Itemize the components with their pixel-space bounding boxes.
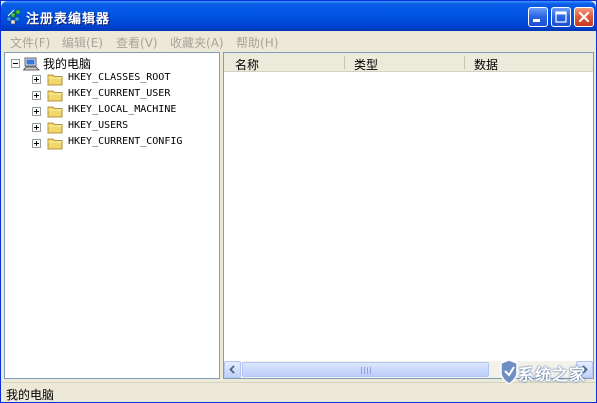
registry-tree[interactable]: 我的电脑 HKEY_CLASSES_ROOT HKEY_CURRENT_USER… [4, 52, 220, 379]
expand-icon[interactable] [32, 107, 41, 116]
watermark-text: 系统之家 [518, 365, 587, 384]
menu-favorites[interactable]: 收藏夹(A) [170, 34, 224, 51]
minimize-button[interactable] [528, 7, 548, 27]
menu-view-hotkey: (V) [140, 36, 158, 50]
folder-icon [47, 106, 63, 118]
watermark-logo-icon [500, 359, 518, 385]
folder-icon [47, 90, 63, 102]
expand-icon[interactable] [32, 91, 41, 100]
menu-help[interactable]: 帮助(H) [236, 34, 278, 51]
menu-edit-label: 编辑 [62, 36, 87, 50]
menu-edit[interactable]: 编辑(E) [62, 34, 103, 51]
scroll-left-button[interactable] [224, 361, 241, 378]
tree-item-hkey-classes-root[interactable]: HKEY_CLASSES_ROOT [5, 71, 215, 87]
tree-item-label: HKEY_CLASSES_ROOT [68, 72, 171, 83]
menu-favorites-hotkey: (A) [206, 36, 224, 50]
menu-edit-hotkey: (E) [86, 36, 103, 50]
menu-favorites-label: 收藏夹 [170, 36, 207, 50]
registry-app-icon[interactable] [6, 8, 23, 25]
folder-icon [47, 122, 63, 134]
maximize-button[interactable] [551, 7, 571, 27]
values-list[interactable]: 名称 类型 数据 [223, 52, 594, 379]
tree-item-hkey-users[interactable]: HKEY_USERS [5, 119, 215, 135]
expand-icon[interactable] [32, 123, 41, 132]
tree-item-hkey-local-machine[interactable]: HKEY_LOCAL_MACHINE [5, 103, 215, 119]
folder-icon [47, 138, 63, 150]
column-divider[interactable] [344, 56, 345, 69]
menu-view[interactable]: 查看(V) [116, 34, 158, 51]
tree-item-label: HKEY_CURRENT_CONFIG [68, 136, 183, 147]
expand-icon[interactable] [32, 139, 41, 148]
menu-view-label: 查看 [116, 36, 141, 50]
close-icon [578, 11, 590, 23]
menu-file-label: 文件 [10, 36, 35, 50]
close-button[interactable] [574, 7, 594, 27]
maximize-icon [555, 11, 567, 23]
tree-root[interactable]: 我的电脑 [5, 55, 215, 71]
folder-icon [47, 74, 63, 86]
scroll-thumb[interactable] [242, 362, 489, 377]
menu-help-hotkey: (H) [260, 36, 279, 50]
list-header: 名称 类型 数据 [224, 53, 593, 72]
window-title: 注册表编辑器 [26, 12, 111, 27]
computer-icon [23, 57, 40, 71]
title-bar[interactable]: 注册表编辑器 [1, 1, 596, 31]
column-data[interactable]: 数据 [474, 56, 498, 73]
column-name[interactable]: 名称 [235, 56, 259, 73]
menu-file[interactable]: 文件(F) [10, 34, 50, 51]
collapse-icon[interactable] [11, 59, 20, 68]
status-path: 我的电脑 [6, 388, 55, 402]
tree-item-hkey-current-config[interactable]: HKEY_CURRENT_CONFIG [5, 135, 215, 151]
tree-item-hkey-current-user[interactable]: HKEY_CURRENT_USER [5, 87, 215, 103]
column-divider[interactable] [464, 56, 465, 69]
minimize-icon [533, 19, 540, 22]
tree-item-label: HKEY_USERS [68, 120, 129, 131]
menu-help-label: 帮助 [236, 36, 261, 50]
column-type[interactable]: 类型 [354, 56, 378, 73]
arrow-left-icon [229, 365, 235, 374]
menu-file-hotkey: (F) [34, 36, 51, 50]
site-watermark: 系统之家 [498, 355, 596, 391]
registry-editor-window: 注册表编辑器 文件(F) 编辑(E) 查看(V) 收藏夹(A) 帮助(H) 我的… [0, 0, 597, 403]
expand-icon[interactable] [32, 75, 41, 84]
tree-item-label: HKEY_LOCAL_MACHINE [68, 104, 177, 115]
tree-item-label: HKEY_CURRENT_USER [68, 88, 171, 99]
menu-bar: 文件(F) 编辑(E) 查看(V) 收藏夹(A) 帮助(H) [2, 31, 595, 51]
tree-root-label: 我的电脑 [43, 57, 92, 71]
